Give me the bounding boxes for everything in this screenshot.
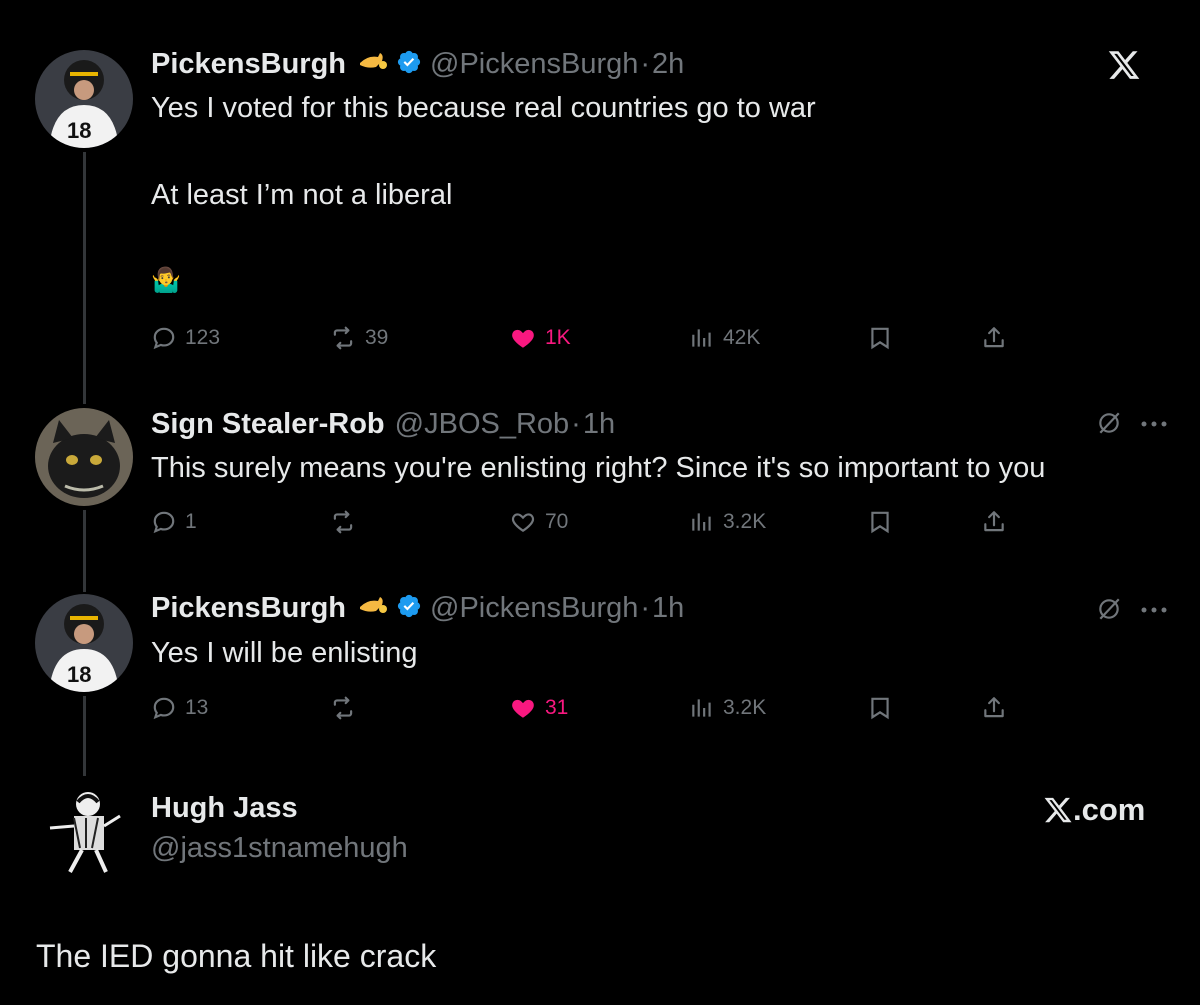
heart-filled-icon — [512, 699, 534, 718]
avatar[interactable]: 18 — [35, 50, 133, 148]
like-count: 31 — [545, 696, 569, 719]
tweet-text-line: This surely means you're enlisting right… — [151, 452, 1046, 484]
more-options-icon[interactable] — [1140, 606, 1168, 614]
views-count: 3.2K — [723, 696, 767, 719]
timestamp[interactable]: 1h — [652, 592, 684, 625]
thread-line-2 — [83, 510, 86, 592]
verified-badge-icon — [396, 593, 422, 624]
svg-text:18: 18 — [67, 662, 91, 687]
bookmark-button[interactable] — [867, 320, 893, 356]
thread-line-3 — [83, 696, 86, 776]
share-button[interactable] — [981, 504, 1007, 540]
reply-button[interactable]: 1 — [151, 504, 197, 540]
retweet-icon — [333, 326, 353, 350]
tweet-text-line: Yes I voted for this because real countr… — [151, 92, 816, 124]
views-button[interactable]: 3.2K — [689, 504, 766, 540]
tweet-header: PickensBurgh @PickensBurgh · 2h — [151, 44, 684, 84]
avatar[interactable] — [35, 408, 133, 506]
views-chart-icon — [692, 699, 711, 717]
views-chart-icon — [692, 513, 711, 531]
author-handle[interactable]: @JBOS_Rob — [395, 408, 570, 441]
retweet-button[interactable] — [329, 690, 365, 726]
share-icon — [984, 327, 1004, 348]
tweet-actions: 123 39 1K 42K — [151, 320, 1031, 356]
reply-icon — [153, 511, 175, 534]
verified-badge-icon — [396, 49, 422, 80]
views-chart-icon — [692, 329, 711, 347]
author-handle[interactable]: @PickensBurgh — [430, 592, 638, 625]
grok-icon[interactable] — [1096, 596, 1122, 622]
reply-count: 1 — [185, 510, 197, 533]
bookmark-icon — [871, 511, 889, 534]
author-handle[interactable]: @PickensBurgh — [430, 48, 638, 81]
shrug-emoji: 🤷‍♂️ — [151, 267, 181, 294]
reply-button[interactable]: 123 — [151, 320, 220, 356]
share-icon — [984, 697, 1004, 718]
tweet-header: Sign Stealer-Rob @JBOS_Rob · 1h — [151, 404, 615, 444]
share-icon — [984, 511, 1004, 532]
x-logo-icon — [1044, 797, 1072, 823]
views-count: 42K — [723, 326, 761, 349]
reply-icon — [153, 327, 175, 350]
quoting-user-handle[interactable]: @jass1stnamehugh — [151, 832, 408, 865]
x-logo-icon[interactable] — [1107, 48, 1141, 87]
author-name[interactable]: PickensBurgh — [151, 592, 346, 625]
separator-dot: · — [640, 47, 651, 80]
heart-filled-icon — [512, 329, 534, 348]
svg-text:18: 18 — [67, 118, 91, 143]
reply-count: 123 — [185, 326, 221, 349]
more-options-icon[interactable] — [1140, 420, 1168, 428]
timestamp[interactable]: 2h — [652, 48, 684, 81]
views-button[interactable]: 3.2K — [689, 690, 766, 726]
grok-icon[interactable] — [1096, 410, 1122, 436]
share-button[interactable] — [981, 320, 1007, 356]
retweet-count: 39 — [365, 326, 389, 349]
tweet-text-line: Yes I will be enlisting — [151, 637, 418, 669]
salute-emoji-icon — [358, 593, 388, 624]
salute-emoji-icon — [358, 49, 388, 80]
like-button[interactable]: 1K — [509, 320, 571, 356]
retweet-button[interactable]: 39 — [329, 320, 388, 356]
like-count: 70 — [545, 510, 569, 533]
bookmark-icon — [871, 697, 889, 720]
like-count: 1K — [545, 326, 571, 349]
heart-outline-icon — [511, 513, 535, 532]
site-name: .com — [1073, 792, 1146, 827]
bookmark-icon — [871, 327, 889, 350]
avatar[interactable] — [36, 782, 134, 880]
quoting-user-name[interactable]: Hugh Jass — [151, 792, 298, 825]
reply-button[interactable]: 13 — [151, 690, 208, 726]
timestamp[interactable]: 1h — [583, 408, 615, 441]
like-button[interactable]: 70 — [509, 504, 568, 540]
retweet-button[interactable] — [329, 504, 365, 540]
separator-dot: · — [571, 407, 581, 440]
reply-count: 13 — [185, 696, 209, 719]
bookmark-button[interactable] — [867, 690, 893, 726]
tweet-header: PickensBurgh @PickensBurgh · 1h — [151, 588, 684, 628]
bookmark-button[interactable] — [867, 504, 893, 540]
retweet-icon — [333, 510, 353, 534]
author-name[interactable]: Sign Stealer-Rob — [151, 408, 385, 441]
avatar[interactable]: 18 — [35, 594, 133, 692]
separator-dot: · — [640, 591, 651, 624]
like-button[interactable]: 31 — [509, 690, 568, 726]
thread-line-1 — [83, 152, 86, 404]
tweet-actions: 13 31 3.2K — [151, 690, 1031, 726]
share-button[interactable] — [981, 690, 1007, 726]
retweet-icon — [333, 696, 353, 720]
tweet-text-line: At least I’m not a liberal — [151, 179, 453, 211]
reply-icon — [153, 697, 175, 720]
caption-text: The IED gonna hit like crack — [36, 938, 437, 974]
views-button[interactable]: 42K — [689, 320, 760, 356]
tweet-actions: 1 70 3.2K — [151, 504, 1031, 540]
author-name[interactable]: PickensBurgh — [151, 48, 346, 81]
views-count: 3.2K — [723, 510, 767, 533]
site-watermark: .com — [1043, 792, 1145, 828]
